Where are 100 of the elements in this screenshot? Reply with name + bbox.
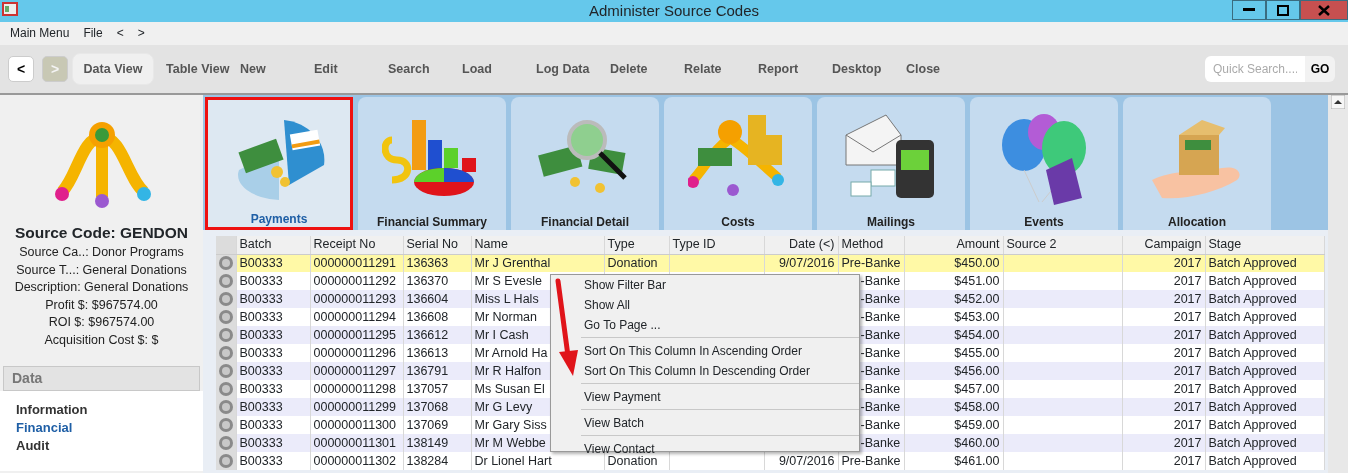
tile-button[interactable]: Payments bbox=[205, 97, 353, 230]
tile-button[interactable]: Allocation bbox=[1123, 97, 1271, 230]
column-header[interactable]: Receipt No bbox=[310, 236, 403, 254]
coin-icon bbox=[218, 310, 233, 324]
toolbar-button[interactable]: Report bbox=[758, 53, 832, 85]
coin-icon bbox=[218, 364, 233, 378]
nav-item[interactable]: Financial bbox=[16, 419, 187, 438]
table-cell: 000000011293 bbox=[313, 291, 396, 306]
table-cell: -Banke bbox=[860, 273, 901, 288]
column-header[interactable]: Serial No bbox=[403, 236, 471, 254]
table-cell: 136604 bbox=[406, 291, 449, 306]
column-header[interactable]: Type ID bbox=[669, 236, 764, 254]
table-cell: 9/07/2016 bbox=[778, 453, 835, 468]
tile-button[interactable]: Events bbox=[970, 97, 1118, 230]
quick-search-field[interactable]: Quick Search.... bbox=[1205, 56, 1305, 82]
table-cell: Mr Gary Siss bbox=[474, 417, 547, 432]
menu-item[interactable]: Main Menu bbox=[10, 22, 70, 45]
table-cell: B00333 bbox=[239, 345, 283, 360]
table-cell: Mr S Evesle bbox=[474, 273, 542, 288]
menu-item[interactable]: Show All bbox=[581, 295, 859, 315]
table-cell: 000000011302 bbox=[313, 453, 396, 468]
close-button[interactable] bbox=[1300, 0, 1348, 20]
source-code-title: Source Code: GENDON bbox=[13, 223, 190, 243]
coin-icon bbox=[218, 346, 233, 360]
minimize-button[interactable] bbox=[1232, 0, 1266, 20]
table-cell: Batch Approved bbox=[1208, 435, 1297, 450]
table-cell: 136363 bbox=[406, 255, 449, 270]
table-cell: $458.00 bbox=[954, 399, 1000, 414]
menu-item[interactable]: Sort On This Column In Descending Order bbox=[581, 361, 859, 381]
scroll-up-icon[interactable] bbox=[1331, 95, 1345, 109]
table-cell: 136370 bbox=[406, 273, 449, 288]
column-header[interactable]: Date (<) bbox=[764, 236, 838, 254]
toolbar-button[interactable]: Close bbox=[906, 53, 980, 85]
column-header[interactable]: Batch bbox=[236, 236, 310, 254]
table-cell: $453.00 bbox=[954, 309, 1000, 324]
nav-item[interactable]: Audit bbox=[16, 437, 187, 456]
menu-item[interactable]: View Batch bbox=[581, 413, 859, 433]
toolbar-button[interactable]: Table View bbox=[166, 53, 240, 85]
column-header[interactable]: Stage bbox=[1205, 236, 1324, 254]
table-cell: 2017 bbox=[1173, 345, 1202, 360]
toolbar-button[interactable]: New bbox=[240, 53, 314, 85]
column-header[interactable]: Source 2 bbox=[1003, 236, 1122, 254]
table-cell: B00333 bbox=[239, 453, 283, 468]
table-cell: B00333 bbox=[239, 399, 283, 414]
table-cell: Batch Approved bbox=[1208, 381, 1297, 396]
menu-item[interactable]: Go To Page ... bbox=[581, 315, 859, 335]
toolbar-button[interactable]: Relate bbox=[684, 53, 758, 85]
go-button[interactable]: GO bbox=[1305, 56, 1335, 82]
window-title: Administer Source Codes bbox=[588, 1, 760, 21]
tile-button[interactable]: Financial Summary bbox=[358, 97, 506, 230]
table-cell: B00333 bbox=[239, 327, 283, 342]
tile-button[interactable]: Costs bbox=[664, 97, 812, 230]
toolbar-button[interactable]: Search bbox=[388, 53, 462, 85]
table-cell: B00333 bbox=[239, 255, 283, 270]
coin-icon bbox=[218, 274, 233, 288]
menu-item[interactable]: > bbox=[137, 22, 145, 45]
table-cell: 2017 bbox=[1173, 309, 1202, 324]
menu-item[interactable]: File bbox=[83, 22, 103, 45]
toolbar-button[interactable]: Load bbox=[462, 53, 536, 85]
table-cell: Mr Norman bbox=[474, 309, 537, 324]
column-header[interactable]: Name bbox=[471, 236, 604, 254]
table-cell: Batch Approved bbox=[1208, 273, 1297, 288]
toolbar-button[interactable]: Desktop bbox=[832, 53, 906, 85]
table-cell: B00333 bbox=[239, 381, 283, 396]
maximize-icon bbox=[1277, 4, 1289, 16]
table-cell: $450.00 bbox=[954, 255, 1000, 270]
menu-item[interactable]: View Payment bbox=[581, 387, 859, 407]
section-header: Data bbox=[3, 366, 200, 392]
column-header[interactable]: Type bbox=[604, 236, 669, 254]
table-cell: B00333 bbox=[239, 435, 283, 450]
menu-item[interactable]: Show Filter Bar bbox=[581, 275, 859, 295]
detail-text: Description: General Donations bbox=[13, 279, 190, 297]
menu-item[interactable]: Sort On This Column In Ascending Order bbox=[581, 341, 859, 361]
table-cell: Ms Susan El bbox=[474, 381, 545, 396]
table-cell: 136613 bbox=[406, 345, 449, 360]
scrollbar[interactable] bbox=[1328, 95, 1348, 473]
table-cell: Donation bbox=[607, 453, 658, 468]
column-header[interactable]: Amount bbox=[904, 236, 1003, 254]
table-cell: 2017 bbox=[1173, 273, 1202, 288]
table-cell: Batch Approved bbox=[1208, 417, 1297, 432]
toolbar-button[interactable]: Data View bbox=[72, 52, 154, 86]
table-cell: 2017 bbox=[1173, 399, 1202, 414]
table-cell: 000000011298 bbox=[313, 381, 396, 396]
toolbar-button[interactable]: Log Data bbox=[536, 53, 610, 85]
toolbar-button[interactable]: Edit bbox=[314, 53, 388, 85]
tile-button[interactable]: Mailings bbox=[817, 97, 965, 230]
menu-item[interactable]: < bbox=[116, 22, 124, 45]
column-header[interactable]: Campaign bbox=[1122, 236, 1205, 254]
coin-icon bbox=[218, 292, 233, 306]
table-cell: $461.00 bbox=[954, 453, 1000, 468]
toolbar-button[interactable]: Delete bbox=[610, 53, 684, 85]
table-cell: $460.00 bbox=[954, 435, 1000, 450]
back-button[interactable]: < bbox=[8, 56, 34, 82]
column-header[interactable]: Method bbox=[838, 236, 904, 254]
table-cell: 137068 bbox=[406, 399, 449, 414]
table-cell: 2017 bbox=[1173, 255, 1202, 270]
tile-button[interactable]: Financial Detail bbox=[511, 97, 659, 230]
nav-item[interactable]: Information bbox=[16, 401, 187, 420]
coin-icon bbox=[218, 436, 233, 450]
maximize-button[interactable] bbox=[1266, 0, 1300, 20]
